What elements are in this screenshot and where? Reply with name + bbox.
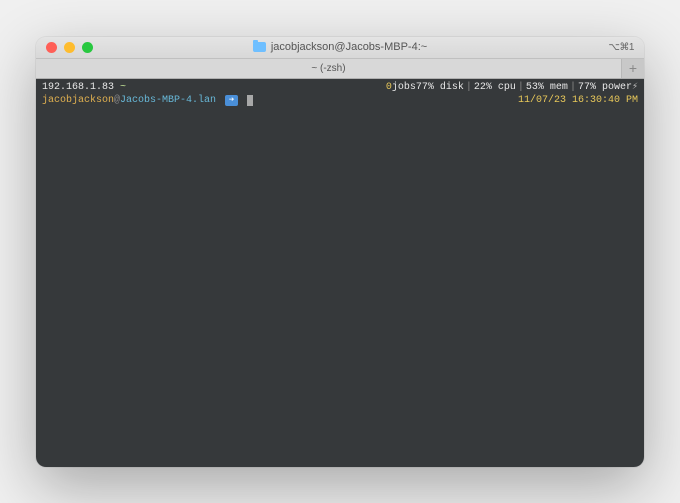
folder-icon <box>253 42 266 52</box>
titlebar[interactable]: jacobjackson@Jacobs-MBP-4:~ ⌥⌘1 <box>36 37 644 59</box>
prompt-right: 11/07/23 16:30:40 PM <box>518 94 638 107</box>
title-text: jacobjackson@Jacobs-MBP-4:~ <box>271 41 427 53</box>
terminal-content[interactable]: 192.168.1.83 ~ 0 jobs 77% disk | 22% cpu… <box>36 79 644 467</box>
status-left: 192.168.1.83 ~ <box>42 81 126 94</box>
plus-icon: + <box>629 60 637 76</box>
status-right: 0 jobs 77% disk | 22% cpu | 53% mem | 77… <box>386 81 638 94</box>
tabbar: ~ (-zsh) + <box>36 59 644 79</box>
titlebar-shortcut: ⌥⌘1 <box>608 42 634 53</box>
jobs-label: jobs <box>392 81 416 94</box>
prompt-left: jacobjackson@Jacobs-MBP-4.lan ➔ <box>42 94 253 107</box>
minimize-button[interactable] <box>64 42 75 53</box>
disk-usage: 77% disk <box>416 81 464 94</box>
window-title: jacobjackson@Jacobs-MBP-4:~ <box>44 41 636 53</box>
cursor <box>247 95 253 106</box>
add-tab-button[interactable]: + <box>622 59 644 78</box>
close-button[interactable] <box>46 42 57 53</box>
timestamp: 11/07/23 16:30:40 PM <box>518 95 638 106</box>
terminal-window: jacobjackson@Jacobs-MBP-4:~ ⌥⌘1 ~ (-zsh)… <box>36 37 644 467</box>
mem-usage: 53% mem <box>526 81 568 94</box>
tab-label: ~ (-zsh) <box>311 63 345 74</box>
arrow-icon: ➔ <box>225 95 238 106</box>
power-usage: 77% power <box>578 81 632 94</box>
username: jacobjackson <box>42 95 114 106</box>
prompt-line: jacobjackson@Jacobs-MBP-4.lan ➔ 11/07/23… <box>42 94 638 107</box>
traffic-lights <box>46 42 93 53</box>
tab-1[interactable]: ~ (-zsh) <box>36 59 622 78</box>
hostname: Jacobs-MBP-4.lan <box>120 95 216 106</box>
ip-address: 192.168.1.83 <box>42 82 114 93</box>
cwd: ~ <box>120 82 126 93</box>
cpu-usage: 22% cpu <box>474 81 516 94</box>
status-line: 192.168.1.83 ~ 0 jobs 77% disk | 22% cpu… <box>42 81 638 94</box>
bolt-icon: ⚡︎ <box>632 81 638 94</box>
maximize-button[interactable] <box>82 42 93 53</box>
